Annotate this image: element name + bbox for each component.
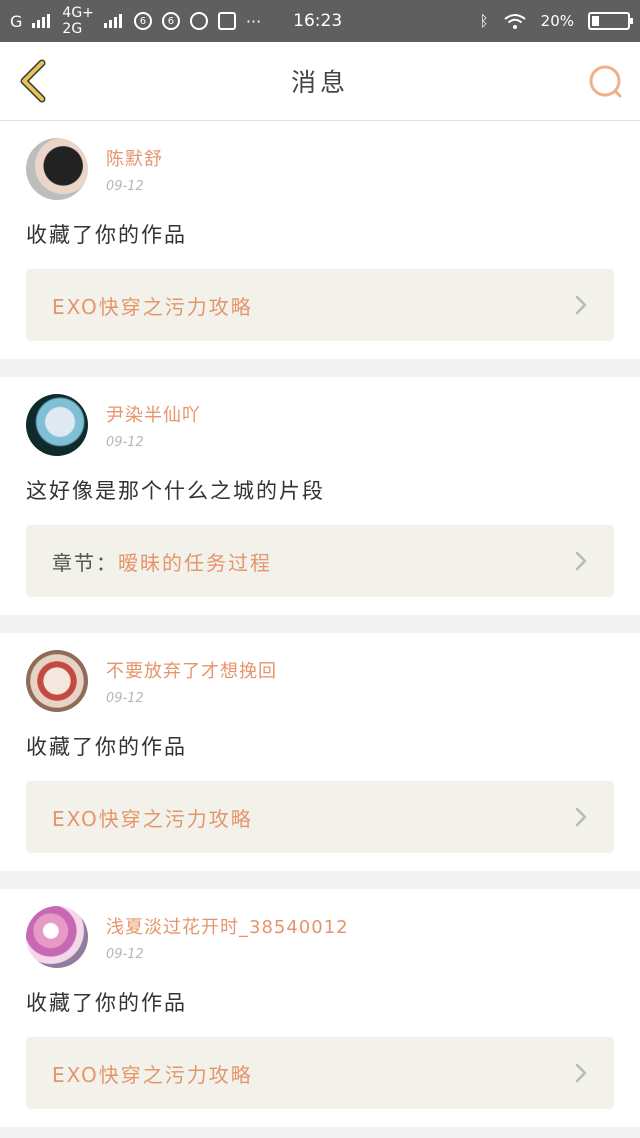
work-prefix: 章节： xyxy=(52,550,118,575)
message-list: 陈默舒 09-12 收藏了你的作品 EXO快穿之污力攻略 尹染半仙吖 09-12… xyxy=(0,121,640,1127)
work-title: EXO快穿之污力攻略 xyxy=(52,806,253,831)
page-title: 消息 xyxy=(290,68,349,97)
message-card: 陈默舒 09-12 收藏了你的作品 EXO快穿之污力攻略 xyxy=(0,121,640,359)
message-card: 尹染半仙吖 09-12 这好像是那个什么之城的片段 章节： 暧昧的任务过程 xyxy=(0,377,640,615)
wifi-icon xyxy=(504,14,526,29)
message-card: 浅夏淡过花开时_38540012 09-12 收藏了你的作品 EXO快穿之污力攻… xyxy=(0,889,640,1127)
status-bar: G 4G+ 2G 6 6 ··· 16:23 ᛒ 20% xyxy=(0,0,640,42)
message-header: 陈默舒 09-12 xyxy=(26,137,614,201)
work-title: EXO快穿之污力攻略 xyxy=(52,1062,253,1087)
clock: 16:23 xyxy=(293,11,343,31)
message-header: 浅夏淡过花开时_38540012 09-12 xyxy=(26,905,614,969)
chevron-right-icon xyxy=(575,551,587,571)
work-link[interactable]: EXO快穿之污力攻略 xyxy=(26,781,614,853)
message-text: 这好像是那个什么之城的片段 xyxy=(26,479,325,503)
chevron-left-icon[interactable] xyxy=(14,57,54,105)
work-link[interactable]: EXO快穿之污力攻略 xyxy=(26,269,614,341)
weibo-icon: 6 xyxy=(161,12,180,30)
message-date: 09-12 xyxy=(106,434,144,450)
weibo-icon: 6 xyxy=(133,12,152,30)
chevron-right-icon xyxy=(575,807,587,827)
username[interactable]: 陈默舒 xyxy=(106,145,163,171)
more-notifications-icon: ··· xyxy=(245,11,262,31)
username[interactable]: 浅夏淡过花开时_38540012 xyxy=(106,913,349,939)
header-bar: 消息 xyxy=(0,42,640,121)
message-text: 收藏了你的作品 xyxy=(26,223,187,247)
message-text: 收藏了你的作品 xyxy=(26,735,187,759)
message-header: 尹染半仙吖 09-12 xyxy=(26,393,614,457)
avatar[interactable] xyxy=(26,394,88,456)
signal-icon xyxy=(32,14,52,28)
chevron-right-icon xyxy=(575,295,587,315)
search-icon[interactable] xyxy=(588,64,624,100)
username[interactable]: 尹染半仙吖 xyxy=(106,401,201,427)
battery-icon xyxy=(588,12,633,30)
message-date: 09-12 xyxy=(106,690,144,706)
message-text: 收藏了你的作品 xyxy=(26,991,187,1015)
bluetooth-icon: ᛒ xyxy=(479,12,489,30)
message-card: 不要放弃了才想挽回 09-12 收藏了你的作品 EXO快穿之污力攻略 xyxy=(0,633,640,871)
battery-fill xyxy=(592,16,599,26)
network-top-label: 4G+ xyxy=(62,5,94,21)
network-bottom-label: 2G xyxy=(62,21,83,37)
message-date: 09-12 xyxy=(106,946,144,962)
avatar[interactable] xyxy=(26,138,88,200)
avatar[interactable] xyxy=(26,650,88,712)
chevron-right-icon xyxy=(575,1063,587,1083)
message-date: 09-12 xyxy=(106,178,144,194)
app-icon xyxy=(189,12,208,30)
work-link[interactable]: 章节： 暧昧的任务过程 xyxy=(26,525,614,597)
signal-icon xyxy=(103,14,124,28)
work-link[interactable]: EXO快穿之污力攻略 xyxy=(26,1037,614,1109)
work-title: 暧昧的任务过程 xyxy=(118,550,272,575)
carrier-label: G xyxy=(10,11,23,31)
message-header: 不要放弃了才想挽回 09-12 xyxy=(26,649,614,713)
shopping-bag-icon xyxy=(217,12,236,30)
work-title: EXO快穿之污力攻略 xyxy=(52,294,253,319)
battery-percent: 20% xyxy=(540,12,574,30)
username[interactable]: 不要放弃了才想挽回 xyxy=(106,657,277,683)
avatar[interactable] xyxy=(26,906,88,968)
